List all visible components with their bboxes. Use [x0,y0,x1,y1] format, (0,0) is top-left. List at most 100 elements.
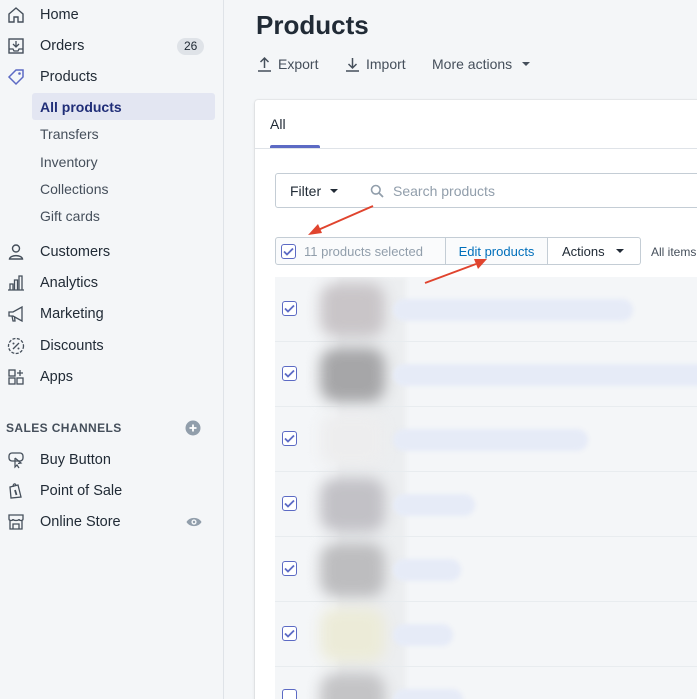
caret-down-icon [330,188,339,193]
export-button[interactable]: Export [257,55,318,73]
checkmark-icon [284,369,295,378]
sidebar-item-label: Apps [40,369,74,385]
row-checkbox[interactable] [282,626,297,641]
selected-count-text: 11 products selected [304,243,423,259]
checkmark-icon [284,499,295,508]
table-row[interactable] [275,277,697,342]
sidebar-item-label: Customers [40,244,111,260]
person-icon [6,242,26,262]
sidebar-item-label: Online Store [40,514,121,530]
product-title-blurred [393,364,697,386]
sidebar-item-buy-button[interactable]: Buy Button [0,446,224,474]
orders-count-badge: 26 [177,37,205,55]
eye-icon[interactable] [185,513,203,531]
sidebar-item-home[interactable]: Home [0,1,224,29]
sidebar-item-label: Marketing [40,306,104,322]
caret-down-icon [615,249,624,253]
table-row[interactable] [275,667,697,699]
filter-button[interactable]: Filter [275,173,359,208]
select-all-checkbox[interactable] [281,243,296,259]
sidebar-subitem-transfers[interactable]: Transfers [0,120,224,147]
sidebar-item-customers[interactable]: Customers [0,238,224,266]
add-sales-channel-icon[interactable] [185,420,201,436]
discount-icon [6,336,26,356]
search-icon [370,184,384,198]
search-field[interactable] [358,173,697,208]
sidebar-item-label: Analytics [40,275,99,291]
sidebar-subitem-collections[interactable]: Collections [0,175,224,202]
more-actions-label: More actions [432,56,513,72]
checkmark-icon [283,247,294,256]
actions-label: Actions [562,243,605,259]
sidebar-item-discounts[interactable]: Discounts [0,332,224,360]
checkmark-icon [284,629,295,638]
tag-icon [6,67,26,87]
sidebar-item-marketing[interactable]: Marketing [0,300,224,328]
page-title: Products [256,10,369,40]
checkmark-icon [284,304,295,313]
product-title-blurred [393,429,588,451]
sidebar-subitem-inventory[interactable]: Inventory [0,148,224,175]
sidebar-item-point-of-sale[interactable]: Point of Sale [0,477,224,505]
sidebar-subitem-gift-cards[interactable]: Gift cards [0,202,224,229]
checkmark-icon [284,564,295,573]
export-icon [258,56,271,72]
sidebar-item-products[interactable]: Products [0,63,224,91]
row-checkbox[interactable] [282,301,297,316]
product-thumbnail-blurred [320,283,385,337]
row-checkbox[interactable] [282,689,297,699]
pos-bag-icon [6,481,26,501]
checkmark-icon [284,434,295,443]
search-input[interactable] [393,182,653,199]
table-row[interactable] [275,472,697,537]
product-thumbnail-blurred [320,413,385,467]
sidebar-subitem-all-products[interactable]: All products [0,93,224,120]
row-checkbox[interactable] [282,496,297,511]
sidebar-item-label: Discounts [40,338,104,354]
sales-channels-heading: SALES CHANNELS [6,421,122,435]
bulk-actions-bar: 11 products selected Edit products Actio… [275,237,641,265]
row-checkbox[interactable] [282,561,297,576]
product-title-blurred [393,624,453,646]
product-thumbnail-blurred [320,348,385,402]
table-row[interactable] [275,602,697,667]
select-all-toggle[interactable]: 11 products selected [275,237,446,265]
product-title-blurred [393,494,475,516]
home-icon [6,5,26,25]
sidebar: Home Orders 26 Products All products Tra… [0,0,224,699]
product-list [275,277,697,699]
table-row[interactable] [275,342,697,407]
sidebar-subitem-label: Collections [40,180,109,197]
sidebar-item-orders[interactable]: Orders 26 [0,32,224,60]
actions-dropdown-button[interactable]: Actions [548,237,641,265]
caret-down-icon [522,62,531,66]
export-label: Export [278,56,319,72]
product-title-blurred [393,689,463,699]
sidebar-item-label: Home [40,7,79,23]
bar-chart-icon [6,273,26,293]
sidebar-item-apps[interactable]: Apps [0,363,224,391]
row-checkbox[interactable] [282,431,297,446]
row-checkbox[interactable] [282,366,297,381]
tab-all[interactable]: All [270,116,286,132]
filter-label: Filter [290,182,322,199]
import-label: Import [366,56,406,72]
products-card: All Filter 11 products selected Edit pro… [255,100,697,699]
product-title-blurred [393,299,633,321]
sidebar-subitem-label: Inventory [40,153,98,170]
edit-products-button[interactable]: Edit products [446,237,548,265]
sidebar-item-analytics[interactable]: Analytics [0,269,224,297]
more-actions-button[interactable]: More actions [432,55,531,73]
table-row[interactable] [275,407,697,472]
import-button[interactable]: Import [345,55,406,73]
sidebar-item-label: Point of Sale [40,483,123,499]
sidebar-item-label: Orders [40,38,85,54]
sidebar-item-online-store[interactable]: Online Store [0,508,224,536]
select-all-items-link[interactable]: All items [651,245,696,259]
sidebar-item-label: Buy Button [40,452,111,468]
buy-button-icon [6,450,26,470]
table-row[interactable] [275,537,697,602]
sidebar-subitem-label: All products [40,98,122,115]
product-thumbnail-blurred [320,478,385,532]
sidebar-subitem-label: Gift cards [40,207,100,224]
